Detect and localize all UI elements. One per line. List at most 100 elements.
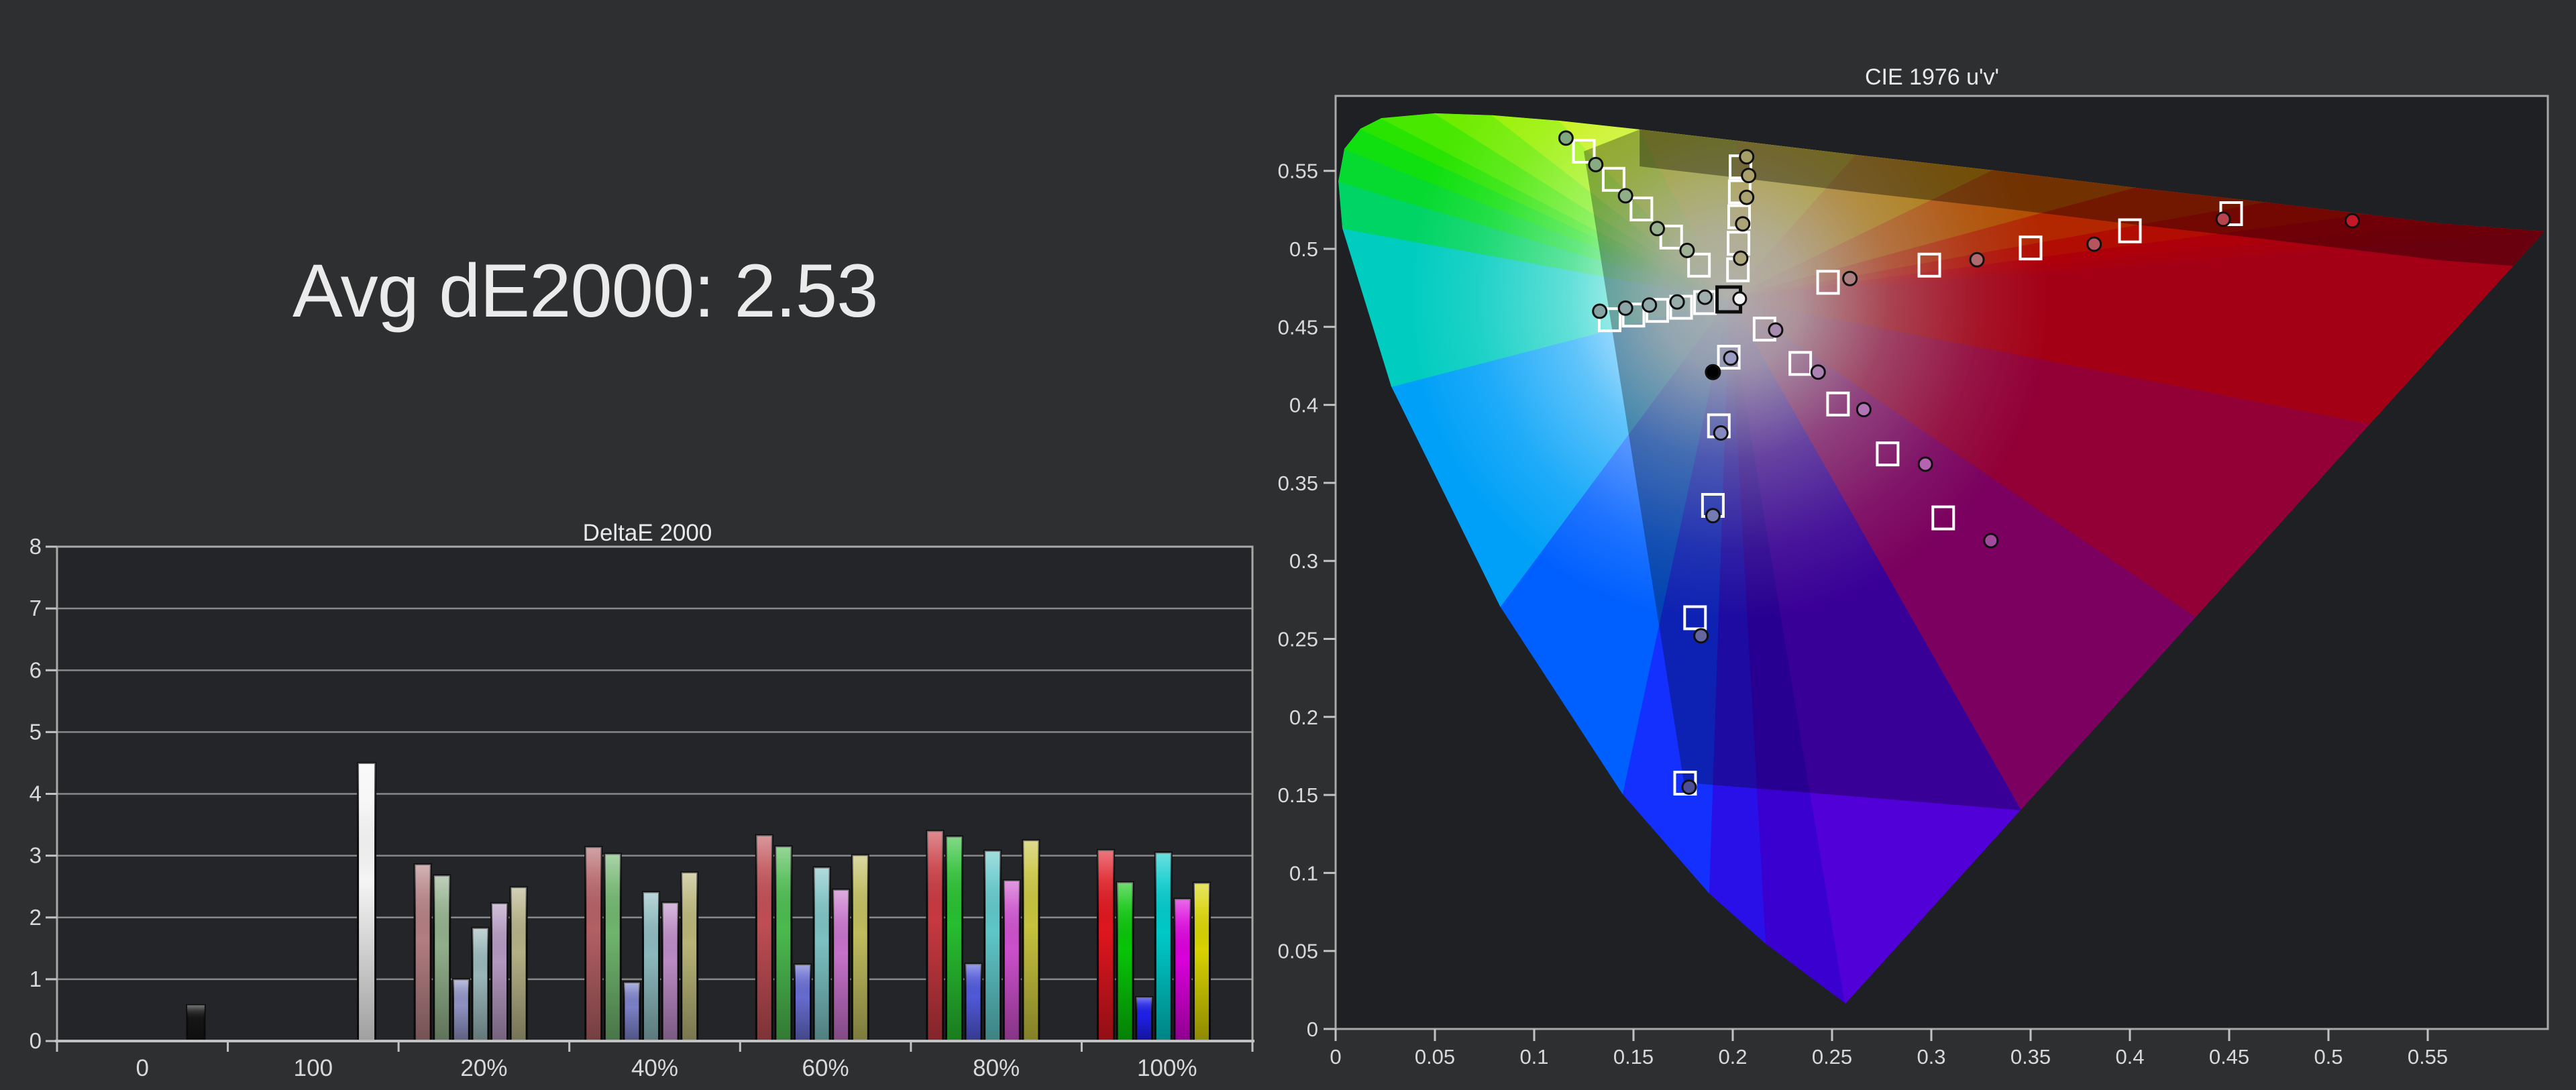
cie-measured-point-green [1619, 189, 1632, 203]
bar-shading [643, 892, 659, 1041]
cie-measured-point-blue [1714, 426, 1727, 439]
x-axis-tick-label: 0.25 [1812, 1045, 1852, 1069]
bar-shading [511, 887, 527, 1041]
x-axis-tick-label: 20% [460, 1055, 507, 1081]
cie-measured-point-red [2346, 214, 2359, 227]
x-axis-tick-label: 0.2 [1718, 1045, 1747, 1069]
y-axis-tick-label: 2 [30, 905, 42, 930]
cie-measured-point-blue [1695, 629, 1708, 643]
cie-measured-point-black [1706, 365, 1720, 379]
x-axis-tick-label: 0.4 [2115, 1045, 2144, 1069]
cie-measured-point-cyan [1670, 295, 1684, 309]
bar-shading [1023, 840, 1039, 1041]
bar-shading [358, 763, 376, 1041]
y-axis-tick-label: 7 [30, 596, 42, 620]
cie-measured-point-white [1733, 292, 1746, 305]
calibration-report: Avg dE2000: 2.53 DeltaE 2000 01234567801… [0, 0, 2576, 1087]
bar-shading [833, 889, 849, 1041]
cie-measured-point-blue [1706, 509, 1719, 523]
y-axis-tick-label: 0.1 [1289, 861, 1318, 885]
bar-shading [852, 855, 868, 1041]
bar-shading [775, 847, 792, 1041]
x-axis-tick-label: 0.3 [1917, 1045, 1945, 1069]
cie-measured-point-yellow [1742, 169, 1756, 182]
bar-shading [1155, 853, 1171, 1041]
y-axis-tick-label: 8 [30, 534, 42, 559]
bar-shading [1097, 850, 1114, 1041]
cie-measured-point-blue [1682, 780, 1696, 794]
y-axis-tick-label: 0.55 [1278, 160, 1318, 183]
bar-shading [1136, 997, 1152, 1041]
cie-measured-point-red [2216, 213, 2230, 226]
cie-measured-point-magenta [1857, 403, 1870, 417]
bar-shading [814, 867, 830, 1041]
cie-measured-point-yellow [1736, 217, 1750, 231]
x-axis-tick-label: 0.1 [1519, 1045, 1548, 1069]
bar-shading [794, 965, 810, 1041]
cie-chart-title: CIE 1976 u'v' [1865, 64, 1999, 90]
cie-measured-point-cyan [1699, 290, 1712, 304]
bar-shading [472, 928, 488, 1041]
cie-measured-point-red [2088, 237, 2101, 251]
bar-chart-plot: 012345678010020%40%60%80%100% [30, 534, 1254, 1081]
cie-measured-point-blue [1724, 351, 1737, 365]
charts-canvas: DeltaE 2000 012345678010020%40%60%80%100… [0, 0, 2576, 1087]
cie-measured-point-green [1651, 222, 1664, 235]
x-axis-tick-label: 100 [294, 1055, 333, 1081]
x-axis-tick-label: 0.45 [2209, 1045, 2249, 1069]
y-axis-tick-label: 0.25 [1278, 628, 1318, 651]
cie-measured-point-green [1589, 158, 1603, 171]
y-axis-tick-label: 0.4 [1289, 394, 1318, 417]
bar-shading [492, 904, 508, 1041]
x-axis-tick-label: 40% [631, 1055, 678, 1081]
bar-shading [662, 903, 678, 1041]
cie-measured-point-magenta [1919, 457, 1932, 471]
cie-measured-point-magenta [1769, 323, 1782, 337]
cie-1976-diagram: CIE 1976 u'v' 0 0.05 0.1 0.15 0.2 0.25 0.3 0.35… [1278, 0, 2548, 1069]
y-axis-tick-label: 0.05 [1278, 940, 1318, 963]
bar-shading [1175, 899, 1191, 1041]
y-axis-tick-label: 6 [30, 657, 42, 682]
y-axis-tick-label: 1 [30, 967, 42, 991]
y-axis-tick-label: 0.45 [1278, 315, 1318, 339]
bar-shading [604, 854, 621, 1041]
bar-shading [624, 982, 640, 1041]
bar-shading [187, 1005, 205, 1041]
cie-measured-point-magenta [1811, 366, 1825, 379]
cie-measured-point-red [1843, 272, 1857, 285]
bar-shading [586, 847, 602, 1041]
cie-measured-point-red [1970, 253, 1984, 266]
bar-shading [682, 872, 698, 1041]
cie-measured-point-magenta [1984, 534, 1998, 547]
cie-measured-point-yellow [1734, 252, 1748, 265]
bar-shading [965, 964, 981, 1041]
y-axis-tick-label: 0.35 [1278, 472, 1318, 495]
y-axis-tick-label: 4 [30, 781, 42, 806]
bar-shading [415, 865, 431, 1041]
y-axis-tick-label: 0.3 [1289, 549, 1318, 573]
delta-e-bar-chart: DeltaE 2000 012345678010020%40%60%80%100… [30, 520, 1254, 1081]
cie-measured-point-yellow [1740, 150, 1754, 164]
y-axis-tick-label: 0 [1307, 1018, 1318, 1041]
cie-measured-point-green [1680, 243, 1694, 257]
bar-shading [453, 979, 469, 1041]
bar-chart-title: DeltaE 2000 [583, 520, 712, 546]
x-axis-tick-label: 100% [1137, 1055, 1197, 1081]
cie-diagram-plot: 0 0.05 0.1 0.15 0.2 0.25 0.3 0.35 0.4 0.45 0.5 0.55… [1278, 0, 2548, 1069]
y-axis-tick-label: 0.15 [1278, 783, 1318, 807]
bar-shading [756, 835, 772, 1041]
bar-shading [927, 831, 943, 1041]
y-axis-tick-label: 0.5 [1289, 237, 1318, 261]
x-axis-tick-label: 0.55 [2408, 1045, 2448, 1069]
cie-measured-point-cyan [1619, 301, 1632, 315]
avg-de2000-readout: Avg dE2000: 2.53 [292, 250, 877, 332]
cie-measured-point-yellow [1740, 190, 1754, 204]
y-axis-tick-label: 0.2 [1289, 706, 1318, 729]
bar-shading [434, 875, 450, 1041]
cie-measured-point-green [1559, 131, 1572, 145]
y-axis-tick-label: 5 [30, 719, 42, 744]
x-axis-tick-label: 0 [1330, 1045, 1341, 1069]
bar-shading [985, 851, 1001, 1041]
x-axis-tick-label: 80% [973, 1055, 1020, 1081]
x-axis-tick-label: 0.35 [2010, 1045, 2051, 1069]
